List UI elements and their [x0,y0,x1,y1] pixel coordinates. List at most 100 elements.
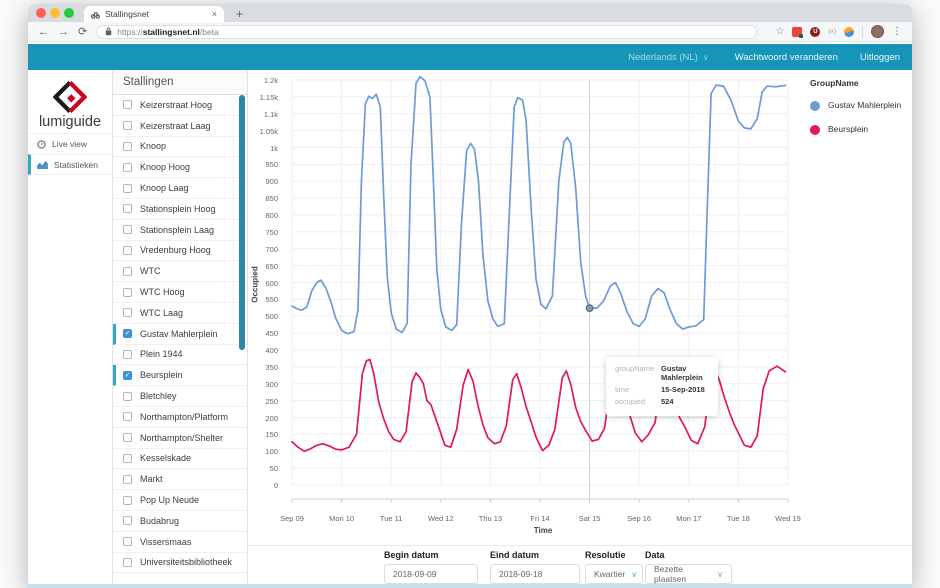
stalling-list-item[interactable]: Keizerstraat Hoog [113,95,247,116]
bookmark-star-icon[interactable]: ☆ [775,26,784,37]
checkbox-unchecked[interactable] [123,163,132,172]
window-zoom-button[interactable] [64,8,74,18]
close-tab-icon[interactable]: × [212,9,217,19]
checkbox-unchecked[interactable] [123,475,132,484]
checkbox-unchecked[interactable] [123,496,132,505]
y-tick-label: 50 [244,464,278,473]
checkbox-unchecked[interactable] [123,308,132,317]
profile-avatar[interactable] [871,25,884,38]
stalling-list-item[interactable]: Plein 1944 [113,345,247,366]
checkbox-unchecked[interactable] [123,558,132,567]
desktop-background: Stallingsnet × + ← → ⟳ https://stallings… [0,0,940,588]
checkbox-unchecked[interactable] [123,350,132,359]
extension-u-icon[interactable]: U [810,27,820,37]
begin-date-input[interactable]: 2018-09-09 [384,564,478,584]
checkbox-unchecked[interactable] [123,100,132,109]
y-tick-label: 100 [244,447,278,456]
resolution-label: Resolutie [585,550,643,560]
x-tick-label: Mon 17 [664,514,714,523]
stalling-list-item[interactable]: Bletchley [113,386,247,407]
stalling-list-item[interactable]: Pop Up Neude [113,490,247,511]
brand-name: lumiguide [28,114,112,130]
x-tick-label: Mon 10 [317,514,367,523]
checkbox-unchecked[interactable] [123,121,132,130]
data-type-select[interactable]: Bezette plaatsen∨ [645,564,732,584]
stalling-label: Stationsplein Laag [140,225,214,235]
chart-panel: 0501001502002503003504004505005506006507… [248,70,912,584]
legend-entry[interactable]: Beursplein [810,124,910,135]
end-date-input[interactable]: 2018-09-18 [490,564,580,584]
browser-menu-icon[interactable]: ⋮ [892,26,902,37]
stalling-list-item[interactable]: WTC Hoog [113,282,247,303]
reload-icon[interactable]: ⟳ [78,23,87,41]
stalling-list-item[interactable]: Vredenburg Hoog [113,241,247,262]
checkbox-unchecked[interactable] [123,454,132,463]
stalling-list-item[interactable]: Markt [113,469,247,490]
logout-link[interactable]: Uitloggen [860,52,900,63]
checkbox-unchecked[interactable] [123,225,132,234]
legend-dot-icon [810,101,820,111]
stalling-list-item[interactable]: Knoop Laag [113,178,247,199]
url-bar[interactable]: https://stallingsnet.nl/beta [96,25,757,39]
url-text: https://stallingsnet.nl/beta [117,27,219,37]
stalling-list-item[interactable]: Knoop Hoog [113,157,247,178]
stalling-label: Stationsplein Hoog [140,204,216,214]
stalling-list-item[interactable]: WTC Laag [113,303,247,324]
resolution-select[interactable]: Kwartier∨ [585,564,643,584]
stalling-list-item[interactable]: Stationsplein Laag [113,220,247,241]
stalling-list-item[interactable]: Stationsplein Hoog [113,199,247,220]
forward-icon[interactable]: → [58,23,69,41]
stalling-list-item[interactable]: ✓Beursplein [113,365,247,386]
language-selector[interactable]: Nederlands (NL) ∨ [628,52,709,63]
tooltip-row: groupNameGustav Mahlerplein [615,364,709,382]
change-password-link[interactable]: Wachtwoord veranderen [735,52,838,63]
extension-color-icon[interactable] [844,27,854,37]
lock-icon [105,27,112,36]
browser-tab[interactable]: Stallingsnet × [84,6,224,22]
checkbox-unchecked[interactable] [123,516,132,525]
checkbox-unchecked[interactable] [123,288,132,297]
stallingen-list: Keizerstraat HoogKeizerstraat LaagKnoop K… [113,95,247,573]
y-tick-label: 250 [244,397,278,406]
checkbox-unchecked[interactable] [123,142,132,151]
checkbox-unchecked[interactable] [123,267,132,276]
checkbox-unchecked[interactable] [123,537,132,546]
stalling-list-item[interactable]: Kesselskade [113,449,247,470]
app-header: Nederlands (NL) ∨ Wachtwoord veranderen … [28,44,912,70]
line-chart-plot[interactable] [288,74,793,511]
checkbox-unchecked[interactable] [123,392,132,401]
checkbox-unchecked[interactable] [123,412,132,421]
legend-title: GroupName [810,78,910,88]
stalling-list-item[interactable]: Northampton/Shelter [113,428,247,449]
legend-entry[interactable]: Gustav Mahlerplein [810,100,910,111]
stalling-list-item[interactable]: Budabrug [113,511,247,532]
y-tick-label: 200 [244,414,278,423]
window-minimize-button[interactable] [50,8,60,18]
stalling-list-item[interactable]: ✓Gustav Mahlerplein [113,324,247,345]
stalling-list-item[interactable]: WTC [113,261,247,282]
stalling-list-item[interactable]: Vissersmaas [113,532,247,553]
tooltip-label: occupied [615,397,661,406]
window-close-button[interactable] [36,8,46,18]
stalling-list-item[interactable]: Universiteitsbibliotheek [113,553,247,574]
stalling-list-item[interactable]: Northampton/Platform [113,407,247,428]
sidebar-item-statistieken[interactable]: Statistieken [28,154,112,175]
checkbox-unchecked[interactable] [123,184,132,193]
checkbox-checked[interactable]: ✓ [123,371,132,380]
sidebar-item-live-view[interactable]: Live view [28,133,112,154]
stalling-list-item[interactable]: Knoop [113,137,247,158]
checkbox-unchecked[interactable] [123,204,132,213]
checkbox-unchecked[interactable] [123,433,132,442]
back-icon[interactable]: ← [38,23,49,41]
extension-red-icon[interactable] [792,27,802,37]
checkbox-checked[interactable]: ✓ [123,329,132,338]
extension-x-icon[interactable]: (x) [828,28,836,35]
series-line [292,77,786,334]
stalling-list-item[interactable]: Keizerstraat Laag [113,116,247,137]
y-tick-label: 1.1k [244,110,278,119]
new-tab-button[interactable]: + [236,6,243,22]
y-tick-label: 1.15k [244,93,278,102]
checkbox-unchecked[interactable] [123,246,132,255]
stalling-label: Knoop Hoog [140,162,190,172]
stalling-label: Budabrug [140,516,179,526]
